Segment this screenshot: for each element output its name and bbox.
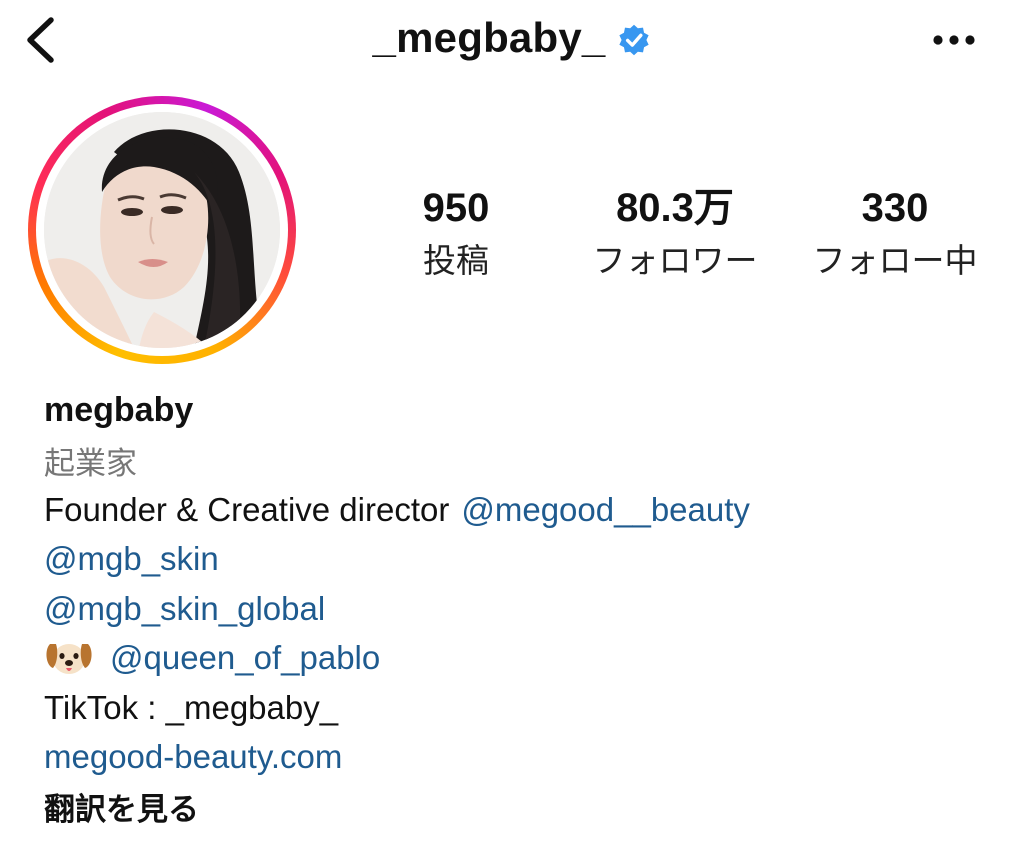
website-link[interactable]: megood-beauty.com — [44, 738, 342, 776]
stat-posts[interactable]: 950 投稿 — [396, 184, 516, 284]
posts-label: 投稿 — [423, 241, 489, 280]
mention-mgb-skin-global[interactable]: @mgb_skin_global — [44, 590, 325, 628]
profile-name: megbaby — [44, 391, 194, 430]
bio-line-mgb-skin-global: @mgb_skin_global — [44, 584, 1004, 634]
mention-queen-of-pablo[interactable]: @queen_of_pablo — [110, 639, 380, 677]
verified-badge-icon — [617, 23, 651, 57]
more-horizontal-icon — [933, 35, 975, 45]
bio-line-mgb-skin: @mgb_skin — [44, 535, 1004, 585]
bio-name-line: megbaby — [44, 386, 1004, 436]
see-translation-button[interactable]: 翻訳を見る — [44, 784, 199, 829]
title-area: _megbaby_ — [0, 14, 1024, 62]
posts-count: 950 — [422, 186, 490, 230]
profile-category: 起業家 — [44, 445, 137, 482]
bio-category-line: 起業家 — [44, 436, 1004, 486]
stat-followers[interactable]: 80.3万 フォロワー — [580, 184, 770, 284]
bio-founder-text: Founder & Creative director — [44, 490, 450, 528]
story-ring[interactable] — [28, 96, 296, 364]
bio-line-pablo: @queen_of_pablo — [44, 634, 1004, 684]
followers-count: 80.3万 — [616, 186, 734, 230]
bio-line-tiktok: TikTok : _megbaby_ — [44, 683, 1004, 733]
avatar-photo — [44, 112, 280, 348]
followers-label: フォロワー — [592, 241, 758, 280]
bio-line-translate: 翻訳を見る — [44, 782, 1004, 832]
mention-megood-beauty[interactable]: @megood__beauty — [461, 491, 750, 529]
bio-tiktok-text: TikTok : _megbaby_ — [44, 688, 339, 726]
username-title: _megbaby_ — [372, 14, 606, 61]
dog-emoji-icon — [44, 638, 96, 678]
bio-line-founder: Founder & Creative director @megood__bea… — [44, 485, 1004, 535]
bio-line-website: megood-beauty.com — [44, 733, 1004, 783]
bio-section: megbaby 起業家 Founder & Creative director … — [44, 386, 1004, 832]
more-options-button[interactable] — [928, 22, 980, 58]
mention-mgb-skin[interactable]: @mgb_skin — [44, 540, 219, 578]
avatar-gap — [36, 104, 288, 356]
following-count: 330 — [861, 186, 929, 230]
stat-following[interactable]: 330 フォロー中 — [800, 184, 990, 284]
avatar — [44, 112, 280, 348]
following-label: フォロー中 — [812, 241, 978, 280]
profile-header: _megbaby_ — [0, 0, 1024, 80]
